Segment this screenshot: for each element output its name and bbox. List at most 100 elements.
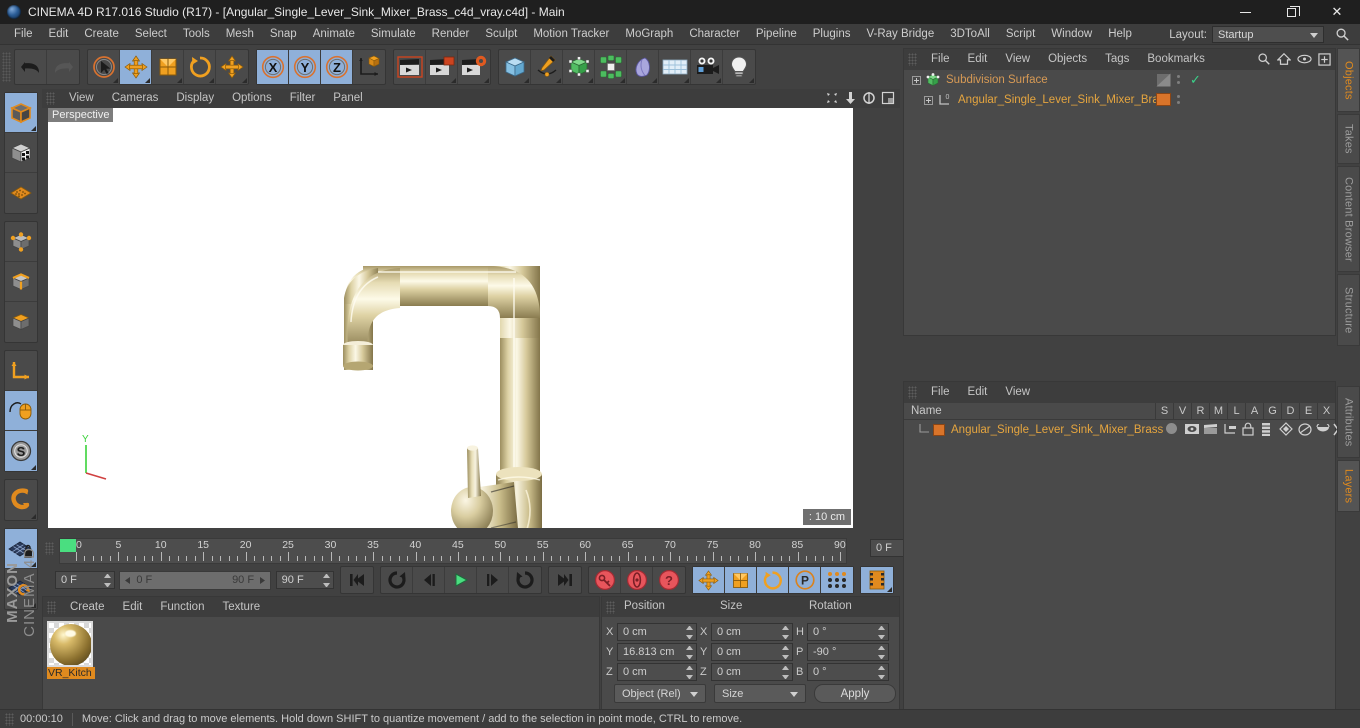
object-row-subdivision-surface[interactable]: Subdivision Surface ✓ [904, 70, 1335, 90]
key-parameter-button[interactable]: P [789, 567, 821, 593]
spinner-icon[interactable] [878, 665, 885, 679]
search-icon[interactable] [1335, 27, 1350, 42]
timeline-grip[interactable] [45, 542, 54, 555]
object-menu-tags[interactable]: Tags [1096, 50, 1138, 69]
menu-snap[interactable]: Snap [262, 24, 305, 45]
polygons-mode-button[interactable] [5, 302, 37, 342]
magnet-tool-button[interactable] [5, 480, 37, 520]
viewport-menu-display[interactable]: Display [167, 89, 223, 108]
object-menu-bookmarks[interactable]: Bookmarks [1138, 50, 1214, 69]
add-camera-button[interactable] [691, 50, 723, 84]
render-to-picture-viewer-button[interactable] [426, 50, 458, 84]
menu-tools[interactable]: Tools [175, 24, 218, 45]
spinner-icon[interactable] [782, 625, 789, 639]
viewport-grip[interactable] [46, 92, 55, 105]
current-frame-field-left[interactable]: 0 F [55, 571, 115, 589]
viewport-menu-options[interactable]: Options [223, 89, 281, 108]
deformer-disc-icon[interactable] [1298, 423, 1312, 436]
menu-sculpt[interactable]: Sculpt [477, 24, 525, 45]
viewport-menu-cameras[interactable]: Cameras [103, 89, 168, 108]
new-layer-icon[interactable] [1318, 52, 1331, 66]
close-button[interactable]: ✕ [1314, 0, 1360, 24]
play-button[interactable] [445, 567, 477, 593]
vtab-objects[interactable]: Objects [1337, 48, 1360, 112]
previous-frame-button[interactable] [413, 567, 445, 593]
halfgrey-tag-icon[interactable] [1156, 73, 1171, 87]
position-x-field[interactable]: 0 cm [617, 622, 697, 641]
maximize-view-icon[interactable] [881, 91, 895, 105]
layer-manager-grip[interactable] [908, 386, 917, 399]
y-axis-lock[interactable]: Y [289, 50, 321, 84]
layout-dropdown[interactable]: Startup [1212, 26, 1324, 43]
redo-button[interactable] [47, 50, 79, 84]
eye-icon[interactable] [1297, 53, 1312, 65]
menu-select[interactable]: Select [127, 24, 175, 45]
add-generator-button[interactable] [563, 50, 595, 84]
search-icon[interactable] [1257, 52, 1271, 66]
rotate-tool[interactable] [184, 50, 216, 84]
spinner-icon[interactable] [686, 625, 693, 639]
point-level-animation-button[interactable] [821, 567, 853, 593]
status-bar-grip[interactable] [5, 712, 14, 726]
column-m[interactable]: M [1209, 402, 1227, 420]
layer-menu-file[interactable]: File [922, 383, 959, 402]
timeline-playhead[interactable] [60, 539, 76, 552]
layer-row[interactable]: Angular_Single_Lever_Sink_Mixer_Brass [904, 420, 1345, 439]
viewport-menu-filter[interactable]: Filter [281, 89, 325, 108]
render-view-button[interactable] [394, 50, 426, 84]
column-s[interactable]: S [1155, 402, 1173, 420]
viewport-menu-view[interactable]: View [60, 89, 103, 108]
menu-edit[interactable]: Edit [41, 24, 77, 45]
layer-menu-edit[interactable]: Edit [959, 383, 997, 402]
vtab-layers[interactable]: Layers [1337, 460, 1360, 512]
enabled-check-icon[interactable]: ✓ [1190, 72, 1201, 88]
layer-menu-view[interactable]: View [996, 383, 1039, 402]
menu-render[interactable]: Render [424, 24, 478, 45]
menu-script[interactable]: Script [998, 24, 1043, 45]
edges-mode-button[interactable] [5, 262, 37, 302]
layer-color-swatch[interactable] [933, 423, 945, 436]
spinner-icon[interactable] [782, 645, 789, 659]
spinner-icon[interactable] [103, 574, 111, 587]
generator-diamond-icon[interactable] [1279, 422, 1293, 436]
range-left-arrow-icon[interactable] [123, 576, 132, 585]
z-axis-lock[interactable]: Z [321, 50, 353, 84]
menu-window[interactable]: Window [1043, 24, 1100, 45]
menu-mesh[interactable]: Mesh [218, 24, 262, 45]
lock-icon[interactable] [1242, 422, 1254, 436]
viewport-menu-panel[interactable]: Panel [324, 89, 371, 108]
go-to-end-button[interactable] [549, 567, 581, 593]
column-g[interactable]: G [1263, 402, 1281, 420]
solo-dot-icon[interactable] [1166, 423, 1177, 434]
column-a[interactable]: A [1245, 402, 1263, 420]
animation-stack-icon[interactable] [1261, 423, 1271, 436]
coordinates-grip[interactable] [606, 600, 615, 614]
key-position-button[interactable] [693, 567, 725, 593]
drag-tool[interactable] [216, 50, 248, 84]
range-right-arrow-icon[interactable] [258, 576, 267, 585]
position-z-field[interactable]: 0 cm [617, 662, 697, 681]
menu-animate[interactable]: Animate [305, 24, 363, 45]
spinner-icon[interactable] [322, 574, 330, 587]
apply-button[interactable]: Apply [814, 684, 896, 703]
column-d[interactable]: D [1281, 402, 1299, 420]
menu-plugins[interactable]: Plugins [805, 24, 859, 45]
rotate-icon[interactable] [862, 91, 876, 105]
column-e[interactable]: E [1299, 402, 1317, 420]
position-y-field[interactable]: 16.813 cm [617, 642, 697, 661]
world-object-coordinates[interactable] [353, 50, 385, 84]
points-mode-button[interactable] [5, 222, 37, 262]
autokeying-button[interactable] [621, 567, 653, 593]
toolbar-grip[interactable] [2, 52, 11, 82]
vtab-takes[interactable]: Takes [1337, 114, 1360, 164]
minimize-button[interactable] [1222, 0, 1268, 24]
play-backwards-loop-button[interactable] [381, 567, 413, 593]
add-deformer-button[interactable] [595, 50, 627, 84]
menu-3dtoall[interactable]: 3DToAll [942, 24, 998, 45]
object-menu-edit[interactable]: Edit [959, 50, 997, 69]
add-light-button[interactable] [723, 50, 755, 84]
size-x-field[interactable]: 0 cm [711, 622, 793, 641]
menu-help[interactable]: Help [1100, 24, 1140, 45]
object-manager-grip[interactable] [908, 53, 917, 66]
spinner-icon[interactable] [686, 645, 693, 659]
